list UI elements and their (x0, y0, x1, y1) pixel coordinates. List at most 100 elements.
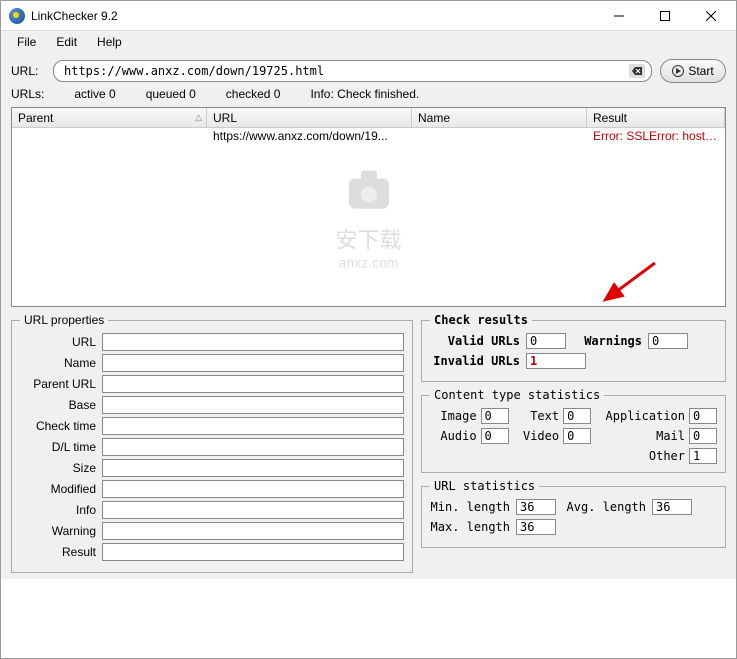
avg-length-value: 36 (652, 499, 692, 515)
cell-parent (12, 128, 207, 146)
maximize-icon (660, 11, 670, 21)
titlebar: LinkChecker 9.2 (1, 1, 736, 31)
content-area: URL: Start URLs: active 0 queued 0 check… (1, 53, 736, 579)
menu-edit[interactable]: Edit (48, 33, 85, 51)
cell-name (412, 128, 587, 146)
right-panels: Check results Valid URLs 0 Warnings 0 In… (421, 313, 726, 573)
status-urls-label: URLs: (11, 87, 44, 101)
prop-base-label: Base (20, 398, 102, 412)
maximize-button[interactable] (642, 2, 688, 30)
text-label: Text (513, 409, 560, 423)
prop-check-time-field[interactable] (102, 417, 404, 435)
close-button[interactable] (688, 2, 734, 30)
application-value: 0 (689, 408, 717, 424)
url-properties-legend: URL properties (20, 313, 108, 327)
content-stats-legend: Content type statistics (430, 388, 604, 402)
url-row: URL: Start (11, 59, 726, 83)
warnings-label: Warnings (572, 334, 642, 348)
mail-value: 0 (689, 428, 717, 444)
clear-url-icon[interactable] (629, 64, 645, 78)
window-title: LinkChecker 9.2 (31, 9, 596, 23)
menu-file[interactable]: File (9, 33, 44, 51)
prop-dl-time-field[interactable] (102, 438, 404, 456)
backspace-icon (632, 67, 642, 75)
warnings-value: 0 (648, 333, 688, 349)
min-length-label: Min. length (430, 500, 510, 514)
prop-size-field[interactable] (102, 459, 404, 477)
status-row: URLs: active 0 queued 0 checked 0 Info: … (11, 87, 726, 101)
max-length-label: Max. length (430, 520, 510, 534)
prop-modified-label: Modified (20, 482, 102, 496)
url-stats-panel: URL statistics Min. length 36 Avg. lengt… (421, 479, 726, 548)
status-info: Info: Check finished. (310, 87, 419, 101)
prop-warning-label: Warning (20, 524, 102, 538)
audio-label: Audio (430, 429, 477, 443)
valid-urls-value: 0 (526, 333, 566, 349)
prop-info-field[interactable] (102, 501, 404, 519)
prop-warning-field[interactable] (102, 522, 404, 540)
mail-label: Mail (595, 429, 685, 443)
url-properties-panel: URL properties URL Name Parent URL Base … (11, 313, 413, 573)
prop-modified-field[interactable] (102, 480, 404, 498)
prop-name-field[interactable] (102, 354, 404, 372)
start-label: Start (688, 64, 713, 78)
url-stats-legend: URL statistics (430, 479, 539, 493)
other-value: 1 (689, 448, 717, 464)
play-icon (672, 65, 684, 77)
th-result[interactable]: Result (587, 108, 725, 127)
prop-size-label: Size (20, 461, 102, 475)
prop-url-label: URL (20, 335, 102, 349)
cell-result: Error: SSLError: hostname... (587, 128, 725, 146)
window-controls (596, 2, 734, 30)
status-queued: queued 0 (146, 87, 196, 101)
min-length-value: 36 (516, 499, 556, 515)
prop-result-field[interactable] (102, 543, 404, 561)
th-parent[interactable]: Parent△ (12, 108, 207, 127)
minimize-button[interactable] (596, 2, 642, 30)
check-results-legend: Check results (430, 313, 532, 327)
table-body[interactable]: https://www.anxz.com/down/19... Error: S… (12, 128, 725, 306)
image-label: Image (430, 409, 477, 423)
url-input[interactable] (64, 64, 629, 78)
cell-url: https://www.anxz.com/down/19... (207, 128, 412, 146)
menubar: File Edit Help (1, 31, 736, 53)
prop-check-time-label: Check time (20, 419, 102, 433)
results-table: Parent△ URL Name Result https://www.anxz… (11, 107, 726, 307)
status-active: active 0 (74, 87, 115, 101)
prop-base-field[interactable] (102, 396, 404, 414)
sort-icon: △ (195, 112, 202, 123)
start-button[interactable]: Start (660, 59, 726, 83)
content-stats-panel: Content type statistics Image 0 Text 0 A… (421, 388, 726, 473)
prop-url-field[interactable] (102, 333, 404, 351)
other-label: Other (595, 449, 685, 463)
prop-parent-url-field[interactable] (102, 375, 404, 393)
th-name[interactable]: Name (412, 108, 587, 127)
application-label: Application (595, 409, 685, 423)
app-icon (9, 8, 25, 24)
minimize-icon (614, 11, 624, 21)
table-header: Parent△ URL Name Result (12, 108, 725, 128)
table-row[interactable]: https://www.anxz.com/down/19... Error: S… (12, 128, 725, 146)
max-length-value: 36 (516, 519, 556, 535)
url-label: URL: (11, 64, 45, 78)
prop-result-label: Result (20, 545, 102, 559)
prop-info-label: Info (20, 503, 102, 517)
close-icon (706, 11, 716, 21)
image-value: 0 (481, 408, 509, 424)
check-results-panel: Check results Valid URLs 0 Warnings 0 In… (421, 313, 726, 382)
url-input-wrap (53, 60, 652, 82)
invalid-urls-value: 1 (526, 353, 586, 369)
video-value: 0 (563, 428, 591, 444)
prop-name-label: Name (20, 356, 102, 370)
video-label: Video (513, 429, 560, 443)
th-url[interactable]: URL (207, 108, 412, 127)
bottom-panels: URL properties URL Name Parent URL Base … (11, 313, 726, 573)
audio-value: 0 (481, 428, 509, 444)
menu-help[interactable]: Help (89, 33, 130, 51)
prop-parent-url-label: Parent URL (20, 377, 102, 391)
invalid-urls-label: Invalid URLs (430, 354, 520, 368)
status-checked: checked 0 (226, 87, 281, 101)
prop-dl-time-label: D/L time (20, 440, 102, 454)
text-value: 0 (563, 408, 591, 424)
avg-length-label: Avg. length (562, 500, 646, 514)
